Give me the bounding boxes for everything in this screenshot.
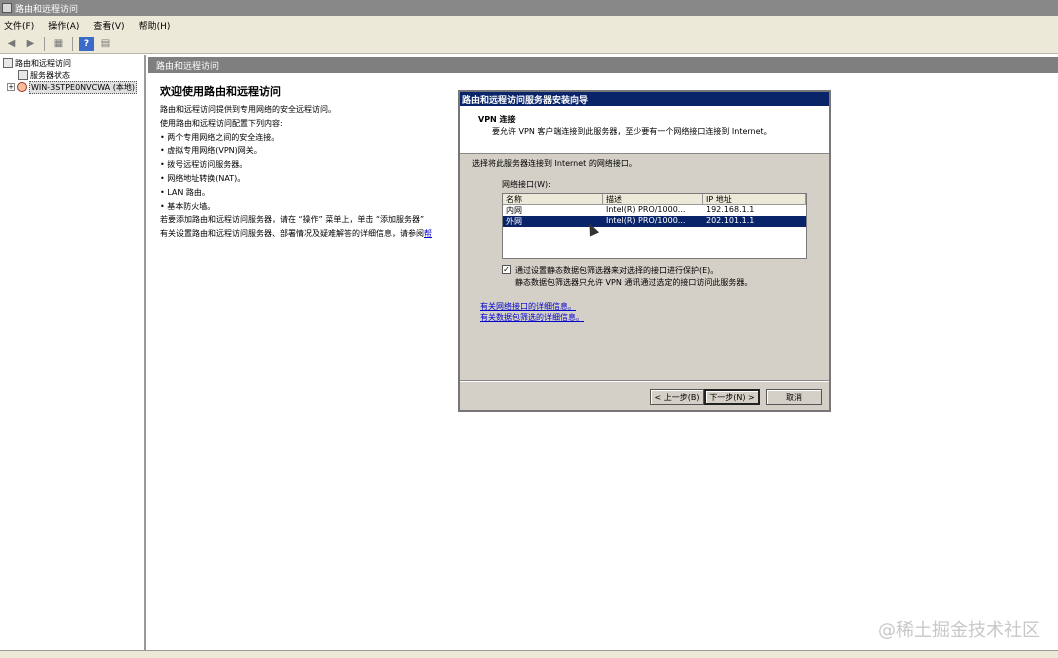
help-link[interactable]: 帮 — [424, 229, 432, 238]
welcome-line: 若要添加路由和远程访问服务器，请在 “操作” 菜单上，单击 “添加服务器” — [160, 215, 425, 225]
window-title: 路由和远程访问 — [15, 4, 79, 15]
column-name[interactable]: 名称 — [503, 194, 603, 204]
packet-filter-checkbox[interactable]: ✓ — [502, 265, 511, 274]
welcome-title: 欢迎使用路由和远程访问 — [160, 85, 281, 98]
wizard-step-title: VPN 连接 — [478, 115, 516, 124]
app-icon — [2, 3, 12, 13]
welcome-line: • 虚拟专用网络(VPN)网关。 — [160, 146, 262, 156]
interface-list[interactable]: 名称 描述 IP 地址 内网 Intel(R) PRO/1000... 192.… — [502, 193, 807, 259]
wizard-step-subtitle: 要允许 VPN 客户端连接到此服务器，至少要有一个网络接口连接到 Interne… — [492, 127, 772, 136]
back-button[interactable]: < 上一步(B) — [650, 389, 704, 405]
welcome-line: 使用路由和远程访问配置下列内容: — [160, 118, 283, 128]
dialog-title: 路由和远程访问服务器安装向导 — [460, 92, 829, 106]
forward-arrow-icon[interactable]: ▶ — [23, 37, 38, 51]
server-stopped-icon — [17, 82, 27, 92]
interface-list-label: 网络接口(W): — [502, 180, 551, 189]
back-arrow-icon[interactable]: ◀ — [4, 37, 19, 51]
welcome-panel: 欢迎使用路由和远程访问 路由和远程访问提供到专用网络的安全远程访问。 使用路由和… — [160, 83, 480, 241]
menu-view[interactable]: 查看(V) — [93, 19, 124, 32]
list-item[interactable]: 外网 Intel(R) PRO/1000... 202.101.1.1 — [503, 216, 806, 227]
packet-filter-option[interactable]: ✓ 通过设置静态数据包筛选器来对选择的接口进行保护(E)。 — [502, 265, 718, 276]
dialog-separator — [460, 380, 829, 382]
toolbar: ◀ ▶ ▦ ? ▤ — [0, 34, 1058, 54]
welcome-line: • 基本防火墙。 — [160, 201, 216, 211]
welcome-line: 路由和远程访问提供到专用网络的安全远程访问。 — [160, 105, 336, 114]
status-bar — [0, 650, 1058, 658]
welcome-line: • LAN 路由。 — [160, 187, 210, 197]
list-header: 名称 描述 IP 地址 — [503, 194, 806, 205]
help-icon[interactable]: ? — [79, 36, 94, 51]
setup-wizard-dialog: 路由和远程访问服务器安装向导 VPN 连接 要允许 VPN 客户端连接到此服务器… — [458, 90, 831, 412]
wizard-prompt: 选择将此服务器连接到 Internet 的网络接口。 — [472, 159, 637, 168]
packet-filter-info-link[interactable]: 有关数据包筛选的详细信息。 — [480, 312, 584, 323]
menu-help[interactable]: 帮助(H) — [139, 19, 171, 32]
routing-icon — [3, 58, 13, 68]
content-header: 路由和远程访问 — [148, 57, 1058, 73]
column-description[interactable]: 描述 — [603, 194, 703, 204]
menu-bar: 文件(F) 操作(A) 查看(V) 帮助(H) — [0, 16, 1058, 34]
menu-file[interactable]: 文件(F) — [4, 19, 34, 32]
checkbox-label: 通过设置静态数据包筛选器来对选择的接口进行保护(E)。 — [515, 266, 719, 275]
welcome-line: • 两个专用网络之间的安全连接。 — [160, 132, 280, 142]
watermark: @稀土掘金技术社区 — [878, 620, 1040, 641]
wizard-header: VPN 连接 要允许 VPN 客户端连接到此服务器，至少要有一个网络接口连接到 … — [460, 106, 829, 154]
show-tree-icon[interactable]: ▦ — [51, 37, 66, 51]
welcome-line: 有关设置路由和远程访问服务器、部署情况及疑难解答的详细信息，请参阅帮 — [160, 229, 432, 239]
welcome-line: • 拨号远程访问服务器。 — [160, 160, 248, 170]
tree-node-server-status[interactable]: 服务器状态 — [18, 69, 70, 81]
cancel-button[interactable]: 取消 — [766, 389, 822, 405]
tree-pane: 路由和远程访问 服务器状态 + WIN-3STPE0NVCWA (本地) — [0, 55, 146, 658]
next-button[interactable]: 下一步(N) > — [704, 389, 760, 405]
network-interface-info-link[interactable]: 有关网络接口的详细信息。 — [480, 301, 576, 312]
list-item[interactable]: 内网 Intel(R) PRO/1000... 192.168.1.1 — [503, 205, 806, 216]
window-titlebar: 路由和远程访问 — [0, 0, 1058, 16]
tree-node-server[interactable]: + WIN-3STPE0NVCWA (本地) — [7, 80, 137, 94]
welcome-line: • 网络地址转换(NAT)。 — [160, 173, 246, 183]
menu-action[interactable]: 操作(A) — [48, 19, 79, 32]
column-ip[interactable]: IP 地址 — [703, 194, 806, 204]
server-status-icon — [18, 70, 28, 80]
properties-icon[interactable]: ▤ — [98, 37, 113, 51]
tree-node-root[interactable]: 路由和远程访问 — [3, 57, 71, 69]
expand-icon[interactable]: + — [7, 83, 15, 91]
toolbar-separator — [44, 36, 45, 51]
toolbar-separator — [72, 36, 73, 51]
checkbox-note: 静态数据包筛选器只允许 VPN 通讯通过选定的接口访问此服务器。 — [515, 278, 753, 287]
